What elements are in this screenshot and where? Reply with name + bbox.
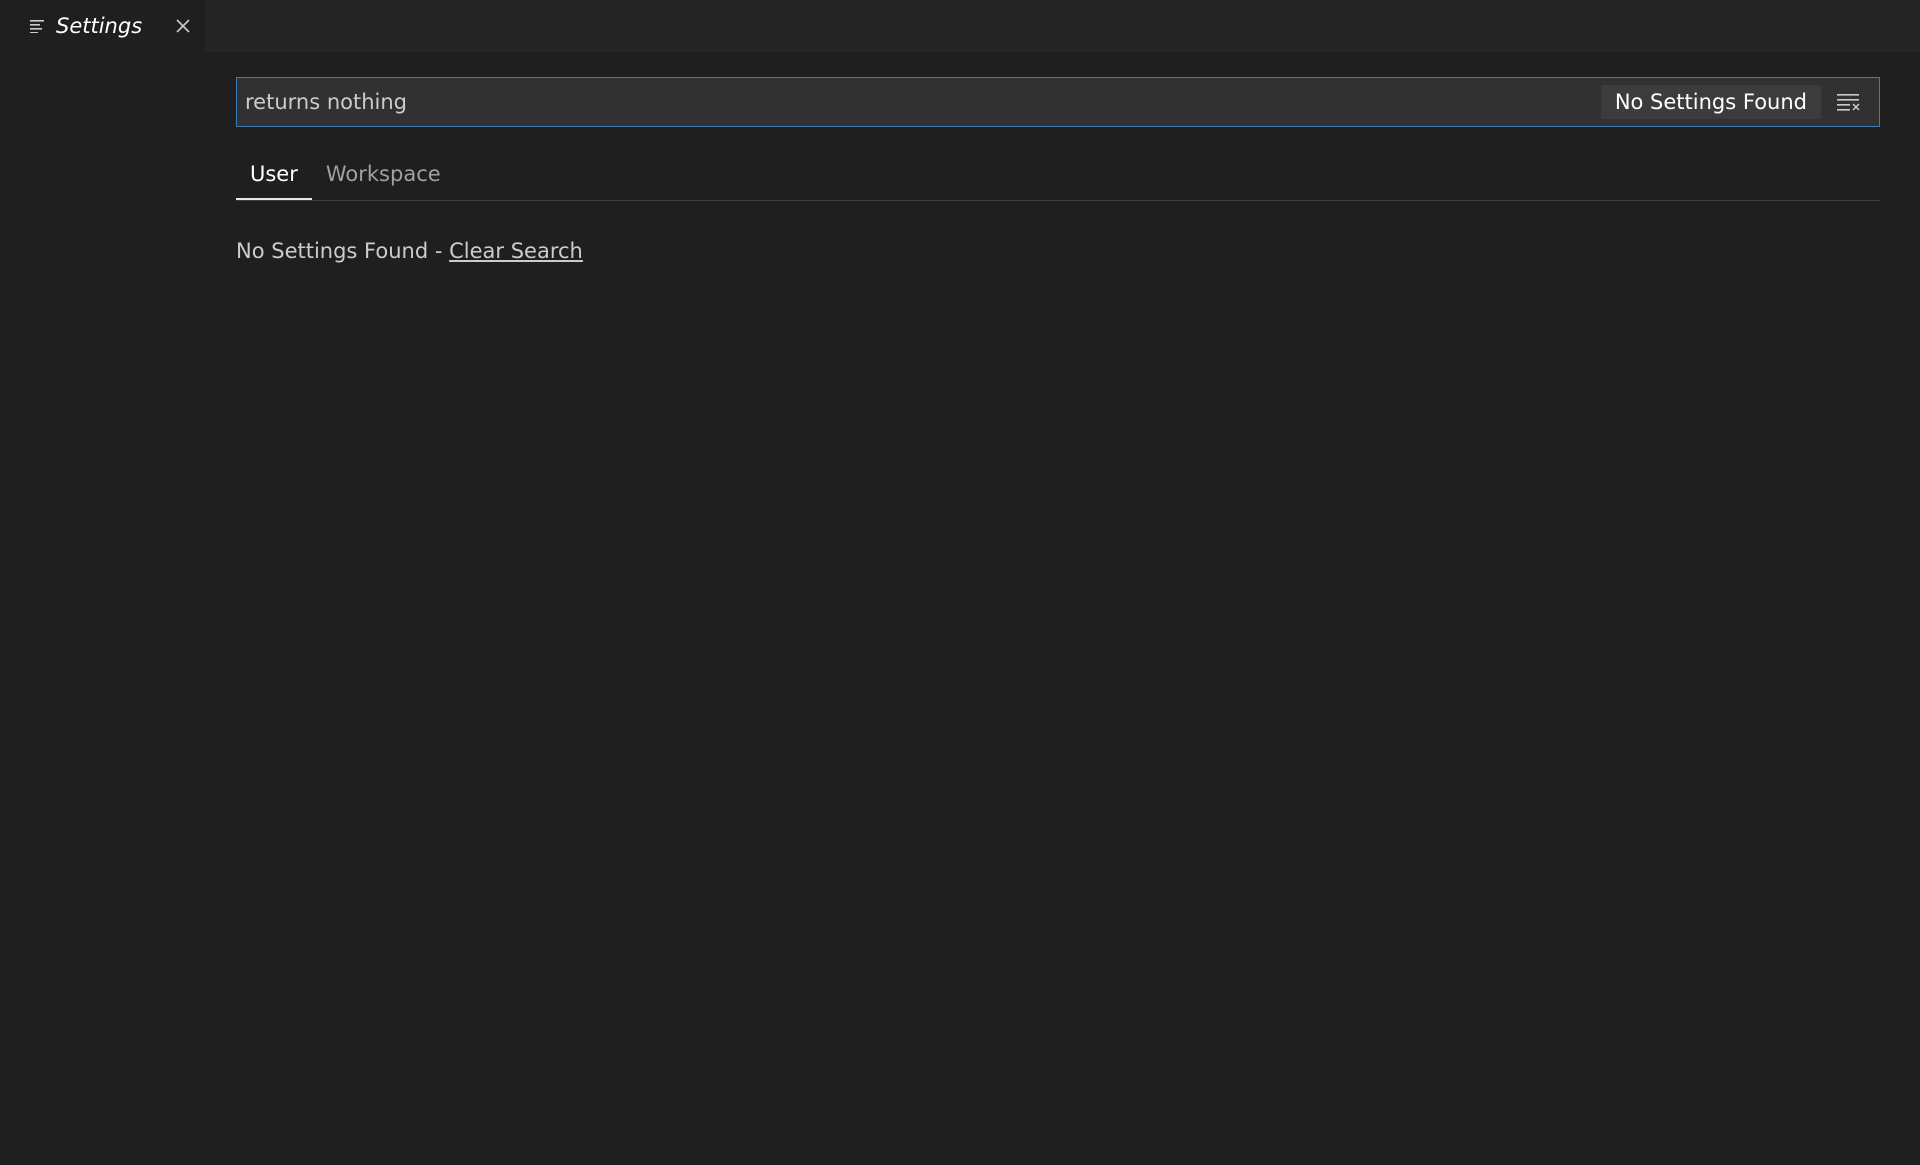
close-icon[interactable] [172, 15, 194, 37]
clear-filter-icon[interactable] [1833, 86, 1865, 118]
no-results-message: No Settings Found - Clear Search [236, 239, 1880, 263]
settings-scope-tabs: User Workspace [236, 149, 1880, 201]
tab-workspace[interactable]: Workspace [312, 162, 455, 200]
settings-list-icon [28, 16, 48, 36]
settings-editor-tab[interactable]: Settings [0, 0, 205, 52]
editor-tab-bar: Settings [0, 0, 1920, 52]
tab-title: Settings [56, 14, 143, 38]
settings-search-input[interactable] [237, 77, 1601, 127]
settings-content: No Settings Found User Workspace No Sett… [236, 77, 1880, 263]
result-count-badge: No Settings Found [1600, 85, 1821, 119]
clear-search-link[interactable]: Clear Search [449, 239, 583, 263]
no-results-text: No Settings Found - [236, 239, 450, 263]
settings-search-box: No Settings Found [236, 77, 1880, 127]
tab-user[interactable]: User [236, 162, 312, 200]
